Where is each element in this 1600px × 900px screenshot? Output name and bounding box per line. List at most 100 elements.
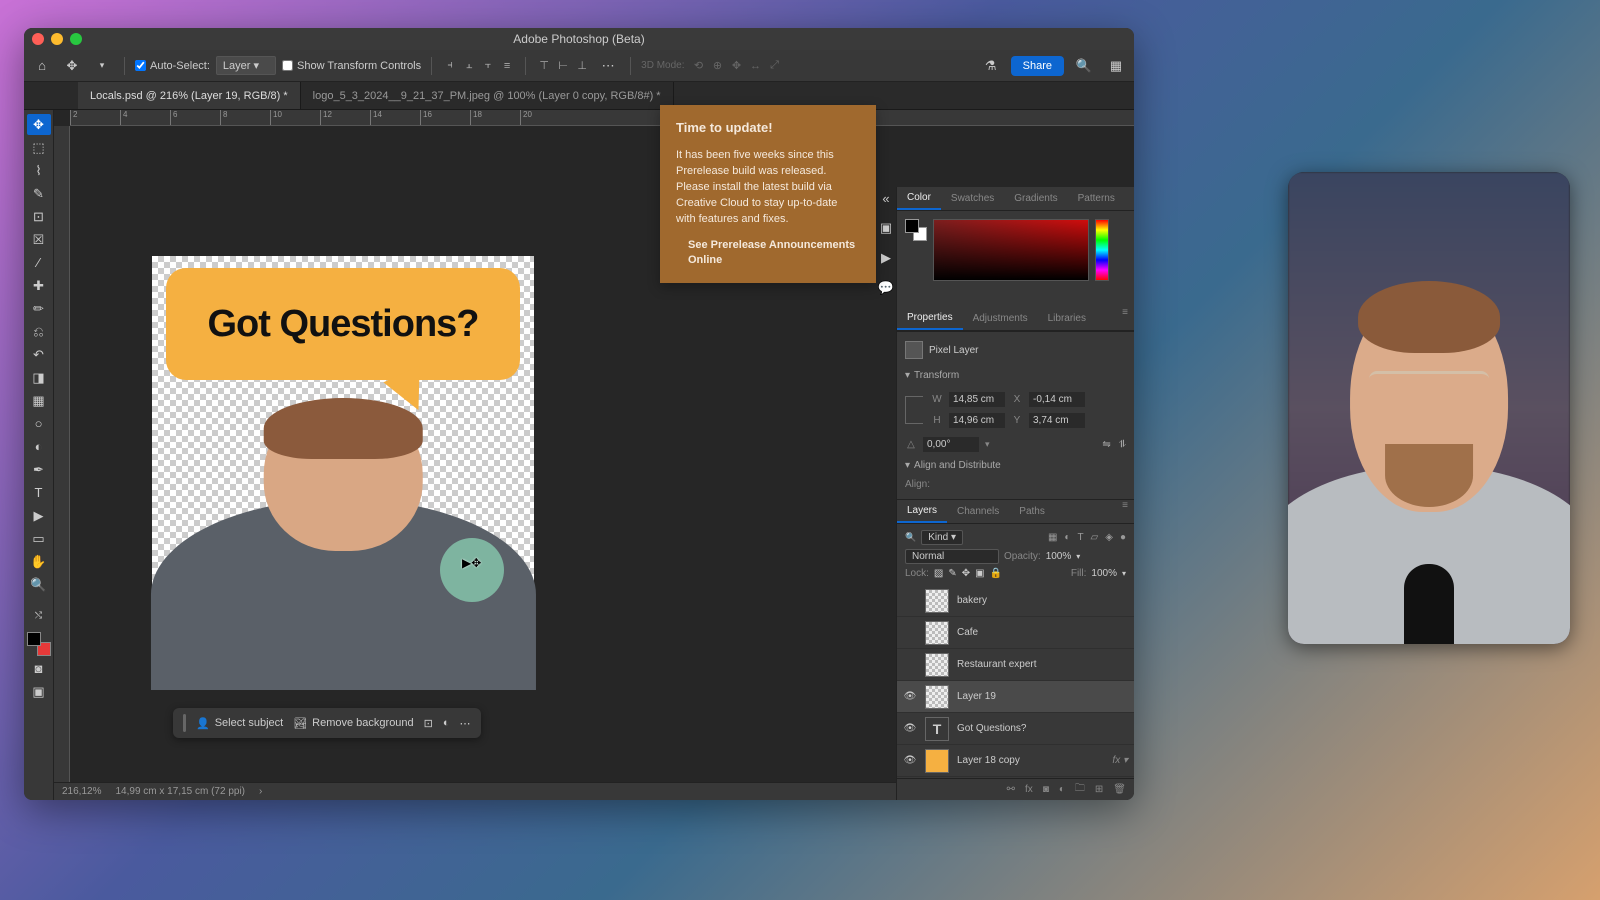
tab-color[interactable]: Color [897, 187, 941, 210]
align-right-icon[interactable]: ⫟ [480, 58, 496, 74]
panel-menu-icon[interactable]: ≡ [1116, 307, 1134, 330]
zoom-level[interactable]: 216,12% [62, 786, 101, 797]
filter-shape-icon[interactable]: ▱ [1091, 532, 1099, 543]
document-tab-2[interactable]: logo_5_3_2024__9_21_37_PM.jpeg @ 100% (L… [301, 82, 674, 109]
fill-dropdown-icon[interactable]: ▾ [1122, 569, 1126, 578]
layer-name[interactable]: bakery [957, 595, 987, 606]
layer-item-selected[interactable]: 👁 Layer 19 [897, 681, 1134, 713]
layer-name[interactable]: Cafe [957, 627, 978, 638]
foreground-background-colors[interactable] [27, 632, 51, 656]
align-bottom-icon[interactable]: ⊥ [574, 58, 590, 74]
height-input[interactable] [949, 413, 1005, 428]
eraser-tool[interactable]: ◨ [27, 367, 51, 388]
move-tool-indicator-icon[interactable]: ✥ [60, 54, 84, 78]
flip-horizontal-icon[interactable]: ⇋ [1102, 439, 1110, 450]
more-align-icon[interactable]: ⋯ [596, 54, 620, 78]
move-tool[interactable]: ✥ [27, 114, 51, 135]
expand-panels-icon[interactable]: « [876, 191, 896, 206]
comments-panel-icon[interactable]: 💬 [876, 280, 896, 296]
layer-thumbnail[interactable] [925, 749, 949, 773]
show-transform-checkbox[interactable]: Show Transform Controls [282, 60, 421, 72]
filter-search-icon[interactable]: 🔍 [905, 532, 916, 543]
home-button[interactable]: ⌂ [30, 54, 54, 78]
filter-pixel-icon[interactable]: ▦ [1048, 532, 1057, 543]
lock-pixels-icon[interactable]: ✎ [948, 568, 956, 579]
layers-panel-menu-icon[interactable]: ≡ [1116, 500, 1134, 523]
layer-item[interactable]: Restaurant expert [897, 649, 1134, 681]
drag-handle[interactable] [183, 714, 186, 732]
tab-swatches[interactable]: Swatches [941, 187, 1004, 210]
new-group-icon[interactable]: 🗀 [1075, 781, 1085, 798]
visibility-toggle[interactable]: 👁 [903, 723, 917, 734]
lock-transparency-icon[interactable]: ▨ [934, 568, 943, 579]
document-info[interactable]: 14,99 cm x 17,15 cm (72 ppi) [115, 786, 245, 797]
tab-layers[interactable]: Layers [897, 500, 947, 523]
layer-item[interactable]: bakery [897, 585, 1134, 617]
layer-mask-icon[interactable]: ◙ [1043, 784, 1049, 795]
align-middle-icon[interactable]: ⊢ [555, 58, 571, 74]
layer-item[interactable]: Cafe [897, 617, 1134, 649]
tab-libraries[interactable]: Libraries [1038, 307, 1096, 330]
delete-layer-icon[interactable]: 🗑 [1113, 784, 1126, 795]
align-section-header[interactable]: ▾ Align and Distribute [905, 455, 1126, 476]
tab-properties[interactable]: Properties [897, 307, 963, 330]
healing-brush-tool[interactable]: ✚ [27, 275, 51, 296]
layers-list[interactable]: bakery Cafe Restaurant expert 👁 [897, 585, 1134, 778]
workspace-switcher-icon[interactable]: ▦ [1104, 54, 1128, 78]
zoom-tool[interactable]: 🔍 [27, 574, 51, 595]
lasso-tool[interactable]: ⌇ [27, 160, 51, 181]
panel-fg-bg-colors[interactable] [905, 219, 927, 241]
auto-select-mode-select[interactable]: Layer ▾ [216, 56, 276, 75]
filter-kind-select[interactable]: Kind ▾ [921, 530, 963, 545]
link-layers-icon[interactable]: ⚯ [1007, 784, 1015, 795]
minimize-window-button[interactable] [51, 33, 63, 45]
align-left-icon[interactable]: ⫞ [442, 58, 458, 74]
layer-item[interactable]: 👁 T Got Questions? [897, 713, 1134, 745]
layer-name[interactable]: Restaurant expert [957, 659, 1037, 670]
show-transform-input[interactable] [282, 60, 293, 71]
visibility-toggle[interactable]: 👁 [903, 755, 917, 766]
width-input[interactable] [949, 392, 1005, 407]
layer-thumbnail[interactable] [925, 589, 949, 613]
more-options-button[interactable]: ⋯ [460, 717, 471, 730]
ruler-vertical[interactable] [54, 126, 70, 800]
distribute-h-icon[interactable]: ≡ [499, 58, 515, 74]
clone-stamp-tool[interactable]: ⎌ [27, 321, 51, 342]
remove-background-button[interactable]: 🏞 Remove background [293, 717, 413, 730]
layer-thumbnail[interactable]: T [925, 717, 949, 741]
layer-name[interactable]: Got Questions? [957, 723, 1026, 734]
actions-panel-icon[interactable]: ▶ [876, 250, 896, 266]
color-spectrum[interactable] [933, 219, 1089, 281]
layer-item[interactable]: 👁 Layer 18 copy fx ▾ [897, 745, 1134, 777]
swap-colors-icon[interactable]: ⤭ [27, 605, 51, 626]
document-tab-1[interactable]: Locals.psd @ 216% (Layer 19, RGB/8) * [78, 82, 301, 109]
crop-tool[interactable]: ⊡ [27, 206, 51, 227]
panel-fg-swatch[interactable] [905, 219, 919, 233]
layer-thumbnail[interactable] [925, 621, 949, 645]
beaker-icon[interactable]: ⚗ [979, 54, 1003, 78]
transform-section-header[interactable]: ▾ Transform [905, 365, 1126, 386]
adjust-button[interactable]: ◐ [443, 717, 450, 729]
auto-select-checkbox[interactable]: Auto-Select: [135, 60, 210, 72]
fill-value[interactable]: 100% [1091, 568, 1117, 579]
lock-artboard-icon[interactable]: ▣ [975, 568, 984, 579]
x-input[interactable] [1029, 392, 1085, 407]
close-window-button[interactable] [32, 33, 44, 45]
tab-channels[interactable]: Channels [947, 500, 1009, 523]
brush-tool[interactable]: ✏ [27, 298, 51, 319]
blend-mode-select[interactable]: Normal [905, 549, 999, 564]
type-tool[interactable]: T [27, 482, 51, 503]
layer-name[interactable]: Layer 18 copy [957, 755, 1020, 766]
new-layer-icon[interactable]: ⊞ [1095, 784, 1103, 795]
align-center-h-icon[interactable]: ⫠ [461, 58, 477, 74]
auto-select-input[interactable] [135, 60, 146, 71]
maximize-window-button[interactable] [70, 33, 82, 45]
update-link[interactable]: See Prerelease Announcements Online [676, 238, 860, 270]
fx-indicator[interactable]: fx ▾ [1112, 755, 1128, 766]
dodge-tool[interactable]: ◐ [27, 436, 51, 457]
history-brush-tool[interactable]: ↶ [27, 344, 51, 365]
transform-button[interactable]: ⊡ [424, 717, 433, 730]
share-button[interactable]: Share [1011, 56, 1064, 76]
blur-tool[interactable]: ○ [27, 413, 51, 434]
eyedropper-tool[interactable]: ⁄ [27, 252, 51, 273]
